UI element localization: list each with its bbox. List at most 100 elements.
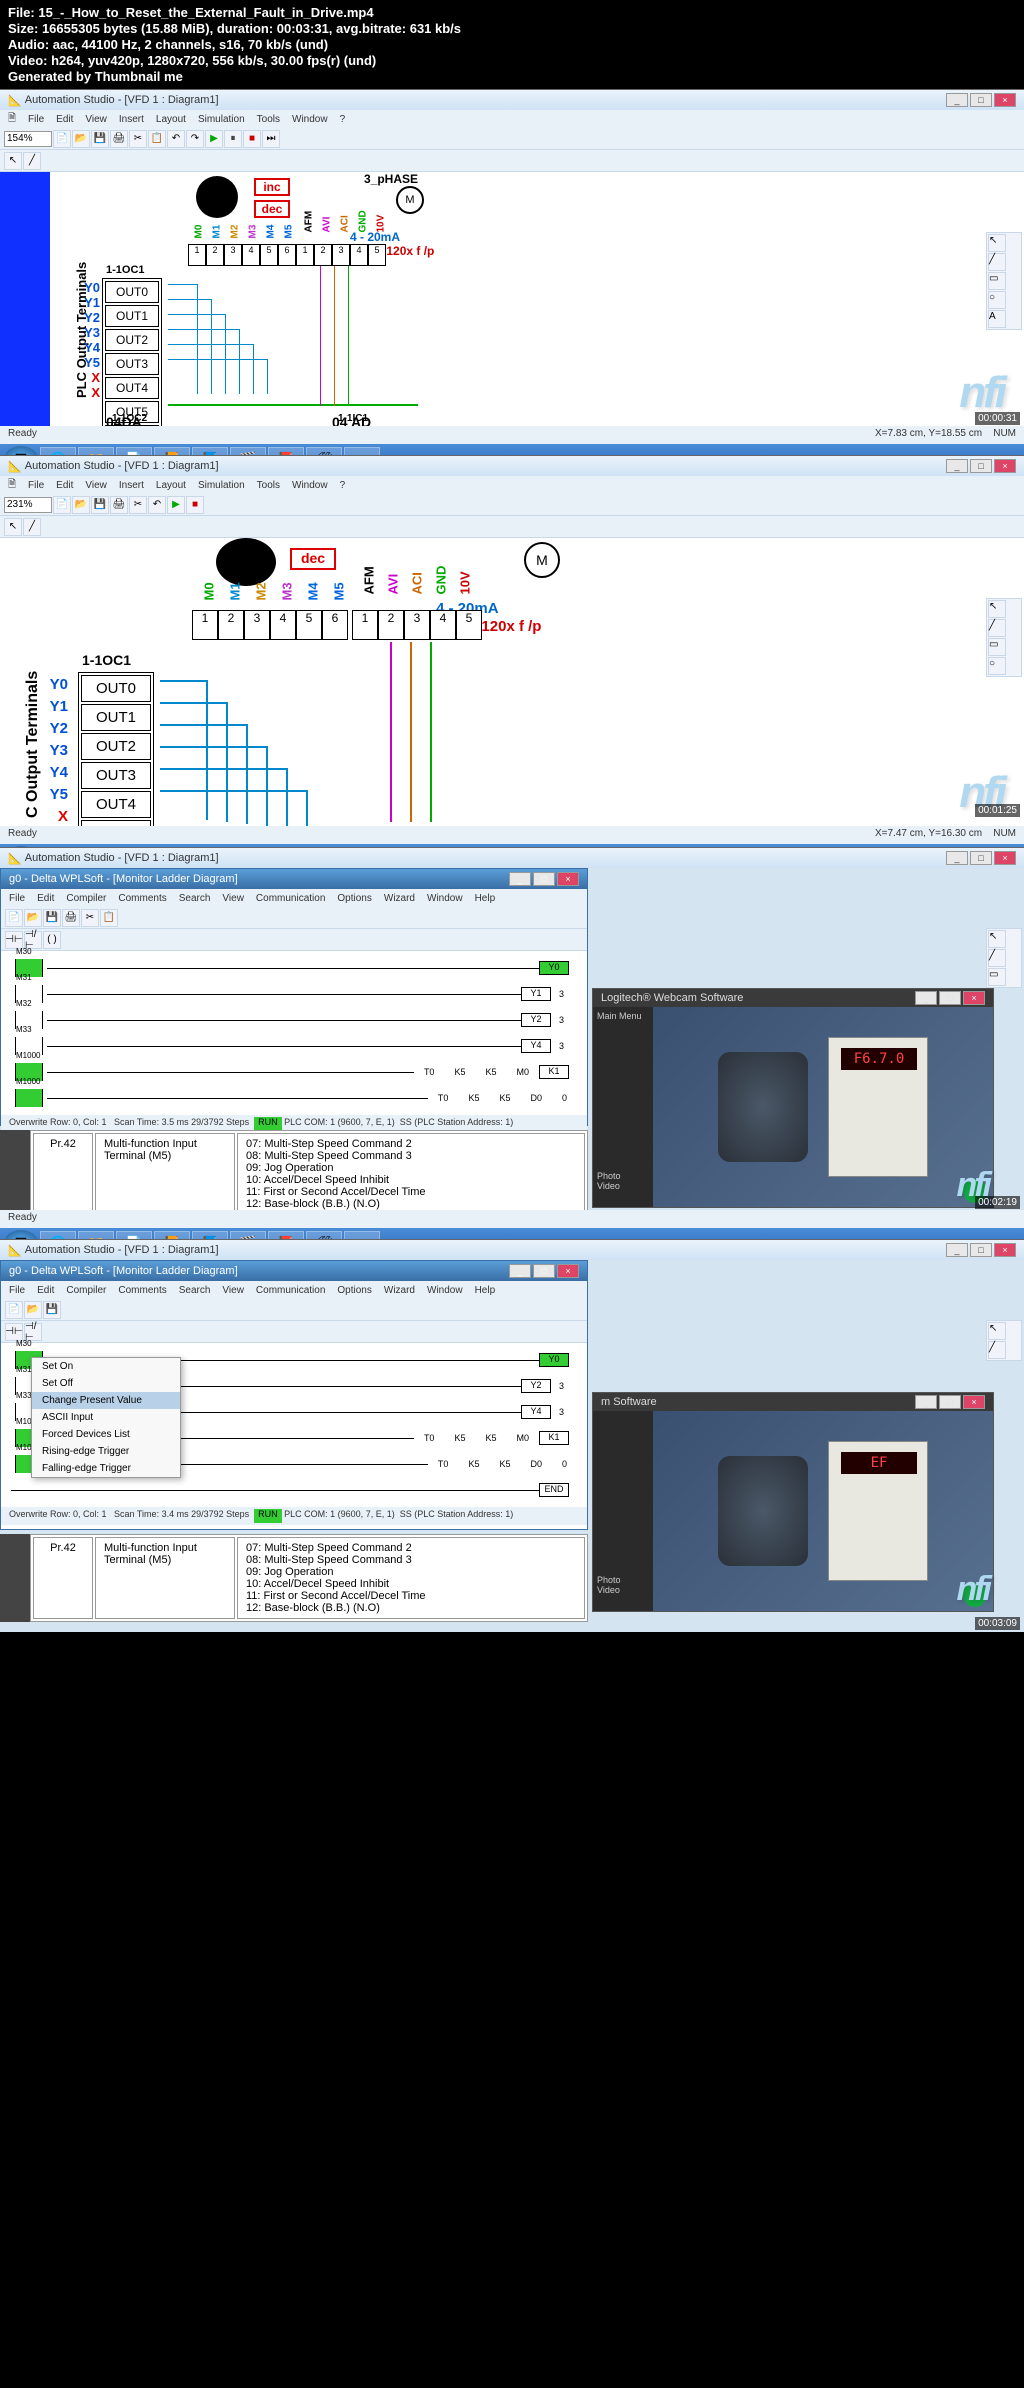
menu-help[interactable]: ? [340,114,346,125]
wpl-menu-view[interactable]: View [222,1285,244,1296]
menu-tools[interactable]: Tools [257,480,280,491]
zoom-combo[interactable] [4,131,52,147]
toolbar-copy-icon[interactable]: 📋 [148,130,166,148]
wpl-tbtn[interactable]: 📂 [24,909,42,927]
wpl-menu-file[interactable]: File [9,1285,25,1296]
tool-line-icon[interactable]: ╱ [988,949,1006,967]
toolbar-cut-icon[interactable]: ✂ [129,130,147,148]
toolbar-step-icon[interactable]: ⏭ [262,130,280,148]
wpl-tbtn[interactable]: 📂 [24,1301,42,1319]
wpl-menu-edit[interactable]: Edit [37,1285,54,1296]
tool-text-icon[interactable]: A [988,310,1006,328]
tool-rect-icon[interactable]: ▭ [988,968,1006,986]
toolbar-new-icon[interactable]: 📄 [53,496,71,514]
menu-edit[interactable]: Edit [56,480,73,491]
maximize-button[interactable]: □ [533,872,555,886]
zoom-combo[interactable] [4,497,52,513]
wpl-element-icon[interactable]: ⊣⊢ [5,1323,23,1341]
tool-select-icon[interactable]: ↖ [988,1322,1006,1340]
ladder-diagram[interactable]: M30Y0 M31Y23 M33Y43 M1000T0K5K5M0K1 M100… [1,1343,587,1507]
wpl-menu-search[interactable]: Search [179,1285,211,1296]
rung-5[interactable]: M1000T0K5K5D00 [11,1085,577,1111]
toolbar-undo-icon[interactable]: ↶ [148,496,166,514]
ctx-set-off[interactable]: Set Off [32,1375,180,1392]
wpl-menu-compiler[interactable]: Compiler [66,1285,106,1296]
minimize-button[interactable]: _ [915,1395,937,1409]
menu-view[interactable]: View [85,480,107,491]
close-button[interactable]: × [994,93,1016,107]
ctx-falling-edge[interactable]: Falling-edge Trigger [32,1460,180,1477]
maximize-button[interactable]: □ [939,991,961,1005]
ctx-ascii-input[interactable]: ASCII Input [32,1409,180,1426]
wpl-tbtn[interactable]: 📋 [100,909,118,927]
maximize-button[interactable]: □ [970,93,992,107]
instr[interactable]: K1 [539,1065,569,1079]
tool-line-icon[interactable]: ╱ [988,253,1006,271]
wpl-menu-compiler[interactable]: Compiler [66,893,106,904]
webcam-main-menu[interactable]: Main Menu [597,1011,649,1021]
menu-layout[interactable]: Layout [156,480,186,491]
toolbar-stop-icon[interactable]: ■ [186,496,204,514]
wpl-menu-comm[interactable]: Communication [256,893,325,904]
tool-circle-icon[interactable]: ○ [988,291,1006,309]
toolbar-redo-icon[interactable]: ↷ [186,130,204,148]
diagram-canvas[interactable]: inc dec 3_pHASE M 4 - 20mA rpm = 120x f … [0,172,1024,426]
close-button[interactable]: × [557,1264,579,1278]
ctx-set-on[interactable]: Set On [32,1358,180,1375]
wpl-menu-wizard[interactable]: Wizard [384,893,415,904]
menu-insert[interactable]: Insert [119,480,144,491]
wpl-tbtn[interactable]: 💾 [43,1301,61,1319]
menu-edit[interactable]: Edit [56,114,73,125]
wpl-menu-comments[interactable]: Comments [118,1285,166,1296]
menu-layout[interactable]: Layout [156,114,186,125]
toolbar-undo-icon[interactable]: ↶ [167,130,185,148]
toolbar-open-icon[interactable]: 📂 [72,130,90,148]
tool-select-icon[interactable]: ↖ [988,234,1006,252]
video-label[interactable]: Video [597,1585,649,1595]
wpl-tbtn[interactable]: 🖨 [62,909,80,927]
rung-4[interactable]: M1000T0K5K5M0K1 [11,1059,577,1085]
wpl-element-icon[interactable]: ⊣⊢ [5,931,23,949]
photo-label[interactable]: Photo [597,1575,649,1585]
menu-file[interactable]: File [28,480,44,491]
contact-m1000[interactable]: M1000 [15,1089,43,1107]
wpl-menu-edit[interactable]: Edit [37,893,54,904]
minimize-button[interactable]: _ [946,93,968,107]
wpl-menu-help[interactable]: Help [475,893,496,904]
toolbar-pause-icon[interactable]: ⏸ [224,130,242,148]
wpl-menu-window[interactable]: Window [427,1285,463,1296]
tool-arrow-icon[interactable]: ↖ [4,152,22,170]
minimize-button[interactable]: _ [946,851,968,865]
toolbar-cut-icon[interactable]: ✂ [129,496,147,514]
toolbar-new-icon[interactable]: 📄 [53,130,71,148]
menu-simulation[interactable]: Simulation [198,480,245,491]
toolbar-stop-icon[interactable]: ■ [243,130,261,148]
tool-select-icon[interactable]: ↖ [988,930,1006,948]
close-button[interactable]: × [994,851,1016,865]
close-button[interactable]: × [963,991,985,1005]
toolbar-save-icon[interactable]: 💾 [91,496,109,514]
minimize-button[interactable]: _ [915,991,937,1005]
minimize-button[interactable]: _ [509,1264,531,1278]
maximize-button[interactable]: □ [970,1243,992,1257]
wpl-element-icon[interactable]: ( ) [43,931,61,949]
coil-y4[interactable]: Y4 [521,1039,551,1053]
wpl-tbtn[interactable]: 📄 [5,1301,23,1319]
maximize-button[interactable]: □ [970,851,992,865]
menu-simulation[interactable]: Simulation [198,114,245,125]
coil-y1[interactable]: Y1 [521,987,551,1001]
wpl-menu-comm[interactable]: Communication [256,1285,325,1296]
diagram-canvas[interactable]: dec M 4 - 20mA rpm = 120x f /p M0 M1 M2 … [0,538,1024,826]
coil-y0[interactable]: Y0 [539,961,569,975]
tool-circle-icon[interactable]: ○ [988,657,1006,675]
maximize-button[interactable]: □ [970,459,992,473]
close-button[interactable]: × [994,459,1016,473]
wpl-menu-comments[interactable]: Comments [118,893,166,904]
wpl-menu-options[interactable]: Options [337,1285,371,1296]
wpl-menu-file[interactable]: File [9,893,25,904]
wpl-element-icon[interactable]: ⊣/⊢ [24,931,42,949]
toolbar-open-icon[interactable]: 📂 [72,496,90,514]
wpl-menu-help[interactable]: Help [475,1285,496,1296]
toolbar-run-icon[interactable]: ▶ [167,496,185,514]
close-button[interactable]: × [963,1395,985,1409]
